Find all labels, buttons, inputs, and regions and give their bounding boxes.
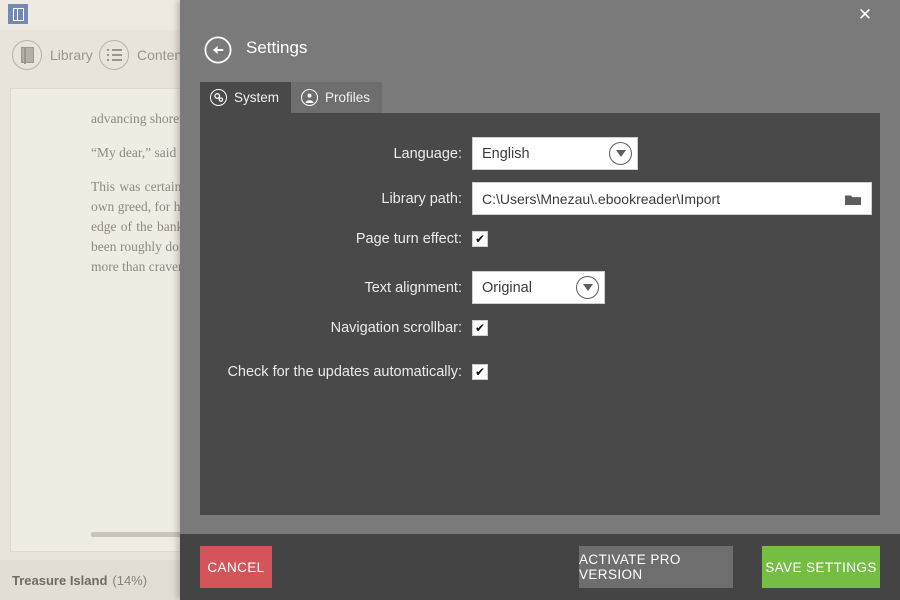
settings-form: Language: English Library path: C:\Users…	[200, 137, 880, 404]
library-path-label: Library path:	[381, 190, 462, 207]
page-turn-effect-label: Page turn effect:	[355, 231, 462, 247]
language-select[interactable]: English	[472, 137, 638, 170]
row-text-alignment: Text alignment: Original	[200, 271, 880, 304]
library-path-value: C:\Users\Mnezau\.ebookreader\Import	[482, 190, 721, 207]
language-value: English	[482, 145, 530, 162]
book-app-logo-icon	[8, 4, 28, 24]
save-settings-button[interactable]: SAVE SETTINGS	[762, 546, 880, 588]
row-navigation-scrollbar: Navigation scrollbar: ✔	[200, 316, 880, 340]
tab-system-label: System	[234, 90, 280, 105]
toolbar-item-library-label: Library	[50, 47, 93, 63]
settings-panel: Language: English Library path: C:\Users…	[200, 113, 880, 515]
screen: Library Content advancing shoreward, bob…	[0, 0, 900, 600]
folder-icon[interactable]	[845, 193, 861, 205]
page-title: Settings	[246, 38, 308, 57]
activate-pro-version-button[interactable]: ACTIVATE PRO VERSION	[579, 546, 733, 588]
check-updates-checkbox[interactable]: ✔	[472, 364, 488, 380]
back-arrow-icon[interactable]	[204, 36, 232, 64]
dialog-header: Settings	[180, 0, 900, 82]
text-alignment-label: Text alignment:	[364, 279, 462, 296]
library-path-input[interactable]: C:\Users\Mnezau\.ebookreader\Import	[472, 182, 872, 215]
language-label: Language:	[393, 145, 462, 162]
list-icon	[99, 40, 129, 70]
row-check-updates: Check for the updates automatically: ✔	[200, 360, 880, 384]
dialog-footer: CANCEL ACTIVATE PRO VERSION SAVE SETTING…	[180, 534, 900, 600]
text-alignment-select[interactable]: Original	[472, 271, 605, 304]
tab-profiles[interactable]: Profiles	[291, 82, 383, 113]
book-icon	[12, 40, 42, 70]
chevron-down-icon[interactable]	[576, 276, 599, 299]
row-library-path: Library path: C:\Users\Mnezau\.ebookread…	[200, 182, 880, 215]
chevron-down-icon[interactable]	[609, 142, 632, 165]
navigation-scrollbar-label: Navigation scrollbar:	[330, 320, 462, 336]
toolbar-item-library[interactable]: Library	[12, 40, 93, 70]
tab-profiles-label: Profiles	[325, 90, 371, 105]
row-language: Language: English	[200, 137, 880, 170]
tab-system[interactable]: System	[200, 82, 292, 113]
settings-dialog: ✕ Settings System Profiles Language: Eng…	[180, 0, 900, 600]
cancel-button[interactable]: CANCEL	[200, 546, 272, 588]
navigation-scrollbar-checkbox[interactable]: ✔	[472, 320, 488, 336]
status-progress: (14%)	[112, 572, 148, 588]
toolbar-item-content[interactable]: Content	[99, 40, 186, 70]
text-alignment-value: Original	[482, 279, 532, 296]
status-book-title: Treasure Island	[12, 572, 108, 588]
toolbar-item-content-label: Content	[137, 47, 187, 63]
gears-icon	[210, 89, 227, 106]
check-updates-label: Check for the updates automatically:	[227, 364, 462, 380]
user-icon	[301, 89, 319, 106]
settings-tabs: System Profiles	[200, 82, 383, 113]
page-turn-effect-checkbox[interactable]: ✔	[472, 231, 488, 247]
row-page-turn-effect: Page turn effect: ✔	[200, 227, 880, 251]
